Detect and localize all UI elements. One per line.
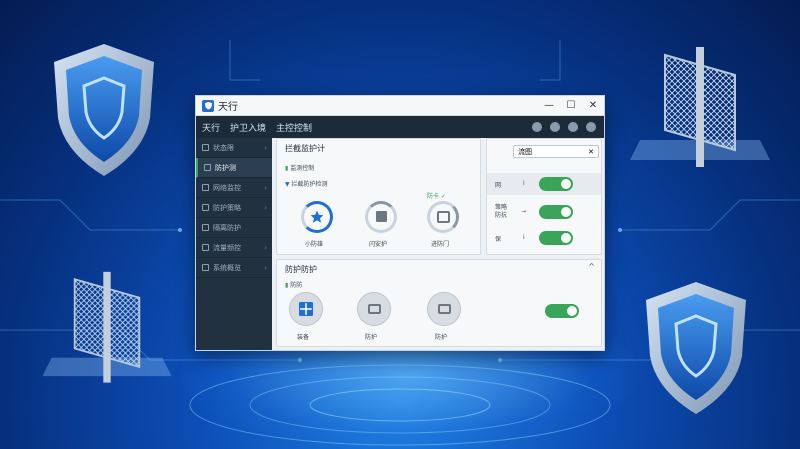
sidebar-item-traffic[interactable]: 流量频控 › — [196, 238, 272, 258]
main-content: 拦截监护计 ▮ 监测控制 ▼ 拦截防护检测 小防雄 闪安护 防卡 ✓ 进防门 流… — [272, 138, 604, 350]
chevron-right-icon: › — [264, 243, 267, 252]
chevron-right-icon: › — [264, 263, 267, 272]
window-title: 天行 — [218, 102, 238, 113]
chevron-right-icon: › — [264, 143, 267, 152]
detect-icon — [204, 164, 211, 171]
row-label: 策略 防抗 — [495, 204, 508, 219]
settings-icon[interactable] — [532, 122, 542, 132]
button-label: 防护 — [365, 334, 378, 341]
row-mark: → — [521, 208, 527, 215]
toggle-switch[interactable] — [539, 231, 573, 245]
card-title: 防护防护 — [285, 265, 317, 274]
shield-icon — [54, 44, 154, 176]
gauge-label: 小防雄 — [305, 241, 324, 248]
shield-icon — [646, 282, 746, 414]
sub-title: ▼ 拦截防护检测 — [285, 181, 328, 188]
settings-card: 流图 ✕ 网 i 策略 防抗 → 保 i — [486, 138, 602, 255]
status-icon — [202, 144, 209, 151]
status-text: ▮ 防防 — [285, 282, 303, 289]
protect-card: 防护防护 ^ ▮ 防防 装备 防护 防护 — [276, 259, 602, 347]
sidebar-item-label: 网络监控 — [213, 183, 241, 192]
gauge-label: 进防门 — [431, 241, 450, 248]
sidebar-item-label: 系统概览 — [213, 263, 241, 272]
toggle-switch[interactable] — [539, 177, 573, 191]
sidebar-item-detect[interactable]: 防护测 — [196, 158, 272, 178]
sidebar-item-status[interactable]: 状态限 › — [196, 138, 272, 158]
refresh-icon[interactable] — [550, 122, 560, 132]
isolation-icon — [202, 224, 209, 231]
lock-button[interactable] — [427, 292, 461, 326]
sidebar-item-isolation[interactable]: 隔离防护 — [196, 218, 272, 238]
row-label: 网 — [495, 182, 502, 189]
close-icon[interactable]: ✕ — [588, 146, 594, 158]
sub-label: 拦截防护检测 — [291, 181, 328, 188]
button-label: 防护 — [435, 334, 448, 341]
sidebar-item-label: 防护测 — [215, 163, 236, 172]
row-mark: i — [523, 234, 525, 241]
row-label: 保 — [495, 236, 502, 243]
app-window: 天行 — ☐ ✕ 天行 护卫入境 主控控制 状态限 › 防护测 网络监控 › 防护策… — [195, 95, 605, 351]
status-label: 防防 — [290, 282, 303, 289]
button-label: 装备 — [297, 334, 310, 341]
gauge-top-label: 防卡 ✓ — [427, 193, 446, 200]
title-bar: 天行 — ☐ ✕ — [196, 96, 604, 116]
toggle-switch[interactable] — [539, 205, 573, 219]
close-icon[interactable]: ✕ — [582, 96, 604, 116]
chevron-up-icon[interactable]: ^ — [588, 262, 595, 271]
card-title: 拦截监护计 — [285, 144, 325, 153]
sidebar: 状态限 › 防护测 网络监控 › 防护策略 › 隔离防护 流量频控 › 系统概览 › — [196, 138, 272, 350]
nav-item-control[interactable]: 主控控制 — [276, 121, 312, 134]
lock-icon[interactable] — [568, 122, 578, 132]
dropdown[interactable]: 流图 ✕ — [513, 145, 599, 158]
toggle-switch[interactable] — [545, 304, 579, 318]
sidebar-item-label: 状态限 — [213, 143, 234, 152]
nav-item-entry[interactable]: 护卫入境 — [230, 121, 266, 134]
app-logo-icon — [202, 99, 214, 112]
sidebar-item-policy[interactable]: 防护策略 › — [196, 198, 272, 218]
sidebar-item-label: 流量频控 — [213, 243, 241, 252]
chevron-right-icon: › — [264, 203, 267, 212]
dropdown-value: 流图 — [518, 148, 532, 156]
maximize-icon[interactable]: ☐ — [560, 96, 582, 116]
status-label: 监测控制 — [290, 165, 315, 172]
scan-card: 拦截监护计 ▮ 监测控制 ▼ 拦截防护检测 小防雄 闪安护 防卡 ✓ 进防门 — [276, 138, 481, 255]
star-icon — [310, 210, 324, 223]
minimize-icon[interactable]: — — [538, 96, 560, 116]
traffic-icon — [202, 244, 209, 251]
gauge-gray[interactable] — [365, 201, 397, 233]
gauge-label: 闪安护 — [369, 241, 388, 248]
overview-icon — [202, 264, 209, 271]
sidebar-item-label: 防护策略 — [213, 203, 241, 212]
settings-row: 保 i — [487, 227, 601, 249]
nav-item-home[interactable]: 天行 — [202, 121, 220, 134]
cabinet-icon — [437, 211, 450, 223]
firewall-fence-icon — [630, 47, 770, 167]
top-nav: 天行 护卫入境 主控控制 — [196, 116, 604, 138]
chevron-right-icon: › — [264, 183, 267, 192]
sidebar-item-label: 隔离防护 — [213, 223, 241, 232]
sidebar-item-overview[interactable]: 系统概览 › — [196, 258, 272, 278]
row-mark: i — [523, 180, 525, 187]
network-icon — [202, 184, 209, 191]
shield-button[interactable] — [357, 292, 391, 326]
user-icon[interactable] — [586, 122, 596, 132]
grid-button[interactable] — [289, 292, 323, 326]
policy-icon — [202, 204, 209, 211]
card-reader-icon — [437, 304, 451, 314]
bin-icon — [376, 211, 387, 222]
firewall-fence-icon — [42, 271, 172, 383]
status-text: ▮ 监测控制 — [285, 165, 315, 172]
gauge-gray[interactable] — [427, 201, 459, 233]
gauge-blue[interactable] — [301, 201, 333, 233]
grid-icon — [299, 302, 313, 316]
card-reader-icon — [367, 304, 381, 314]
sidebar-item-network[interactable]: 网络监控 › — [196, 178, 272, 198]
settings-row: 策略 防抗 → — [487, 201, 601, 223]
settings-row: 网 i — [487, 173, 601, 195]
